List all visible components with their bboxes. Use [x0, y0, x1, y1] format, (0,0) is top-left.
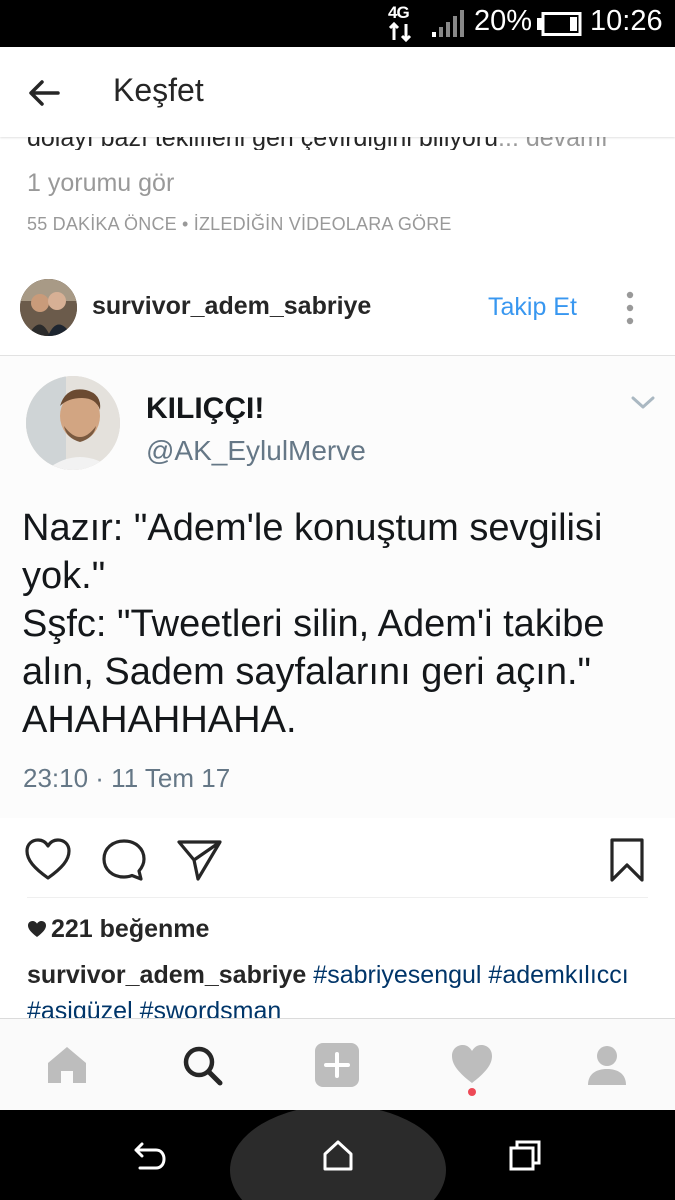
post-username[interactable]: survivor_adem_sabriye — [92, 292, 371, 321]
tweet-text: Nazır: "Adem'le konuştum sevgilisi yok."… — [22, 507, 605, 741]
chevron-down-icon — [630, 394, 656, 412]
recent-apps-icon[interactable] — [507, 1138, 543, 1172]
likes-count[interactable]: 221 beğenme — [27, 915, 209, 944]
back-arrow-icon[interactable] — [22, 71, 66, 115]
status-bar: 4G 20% 10:26 — [0, 0, 675, 47]
comment-icon[interactable] — [100, 838, 148, 882]
search-icon[interactable] — [180, 1043, 226, 1087]
follow-button[interactable]: Takip Et — [488, 293, 577, 322]
network-4g-icon: 4G — [386, 2, 416, 44]
profile-icon[interactable] — [584, 1043, 630, 1087]
battery-percent: 20% — [474, 5, 533, 37]
notification-dot — [468, 1088, 476, 1096]
clock: 10:26 — [590, 5, 663, 37]
back-icon[interactable] — [132, 1138, 168, 1172]
post-actions — [0, 818, 675, 898]
view-comments-link[interactable]: 1 yorumu gör — [27, 169, 174, 198]
hashtag[interactable]: #sabriyesengul — [313, 961, 481, 989]
post-image-tweet[interactable]: KILIÇÇI! @AK_EylulMerve Nazır: "Adem'le … — [0, 356, 675, 818]
likes-label: 221 beğenme — [51, 915, 210, 943]
tweet-handle: @AK_EylulMerve — [146, 435, 366, 466]
avatar[interactable] — [20, 279, 77, 336]
heart-filled-icon — [27, 916, 47, 937]
signal-strength-icon — [431, 10, 465, 38]
tweet-display-name: KILIÇÇI! — [146, 392, 265, 425]
divider — [27, 897, 648, 898]
bookmark-icon[interactable] — [604, 838, 652, 882]
hashtag[interactable]: #ademkılıccı — [488, 961, 628, 989]
home-icon[interactable] — [44, 1043, 90, 1087]
post-timestamp: 55 DAKİKA ÖNCE • İZLEDİĞİN VİDEOLARA GÖR… — [27, 214, 452, 234]
tweet-avatar — [26, 376, 120, 470]
more-options-icon[interactable] — [618, 290, 642, 326]
activity-heart-icon[interactable] — [449, 1043, 495, 1087]
system-navigation-bar — [0, 1110, 675, 1200]
page-title: Keşfet — [113, 72, 204, 108]
tweet-date: 23:10 · 11 Tem 17 — [23, 763, 231, 793]
bottom-navigation — [0, 1018, 675, 1110]
caption-username[interactable]: survivor_adem_sabriye — [27, 961, 306, 989]
heart-icon[interactable] — [24, 838, 72, 882]
battery-icon — [536, 12, 582, 36]
home-outline-icon[interactable] — [320, 1138, 356, 1172]
share-icon[interactable] — [176, 838, 224, 882]
top-header: Keşfet — [0, 47, 675, 137]
add-icon[interactable] — [314, 1043, 360, 1087]
